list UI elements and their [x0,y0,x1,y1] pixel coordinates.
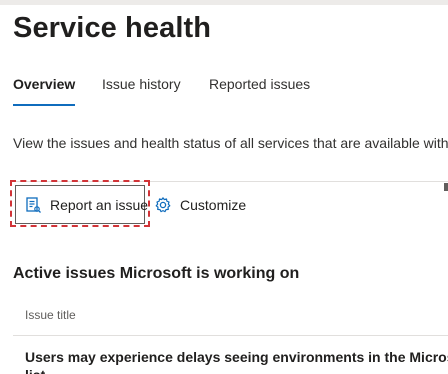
active-issues-heading: Active issues Microsoft is working on [13,265,300,282]
tab-reported-issues[interactable]: Reported issues [209,76,310,92]
customize-label: Customize [180,197,247,213]
column-header-issue-title[interactable]: Issue title [25,308,76,322]
customize-button[interactable]: Customize [154,192,246,218]
toolbar-edge-marker [444,183,448,191]
tab-overview[interactable]: Overview [13,76,76,106]
report-issue-label: Report an issue [50,196,149,213]
report-issue-button[interactable]: Report an issue [15,185,149,224]
gear-icon [154,196,172,214]
top-border [0,0,448,5]
tab-issue-history[interactable]: Issue history [102,76,181,92]
report-issue-icon [24,196,42,214]
table-header-divider [13,335,448,336]
page-description: View the issues and health status of all… [13,135,448,151]
table-row-continuation[interactable]: list [25,366,45,374]
table-row[interactable]: Users may experience delays seeing envir… [25,348,448,366]
page-title: Service health [13,12,212,44]
